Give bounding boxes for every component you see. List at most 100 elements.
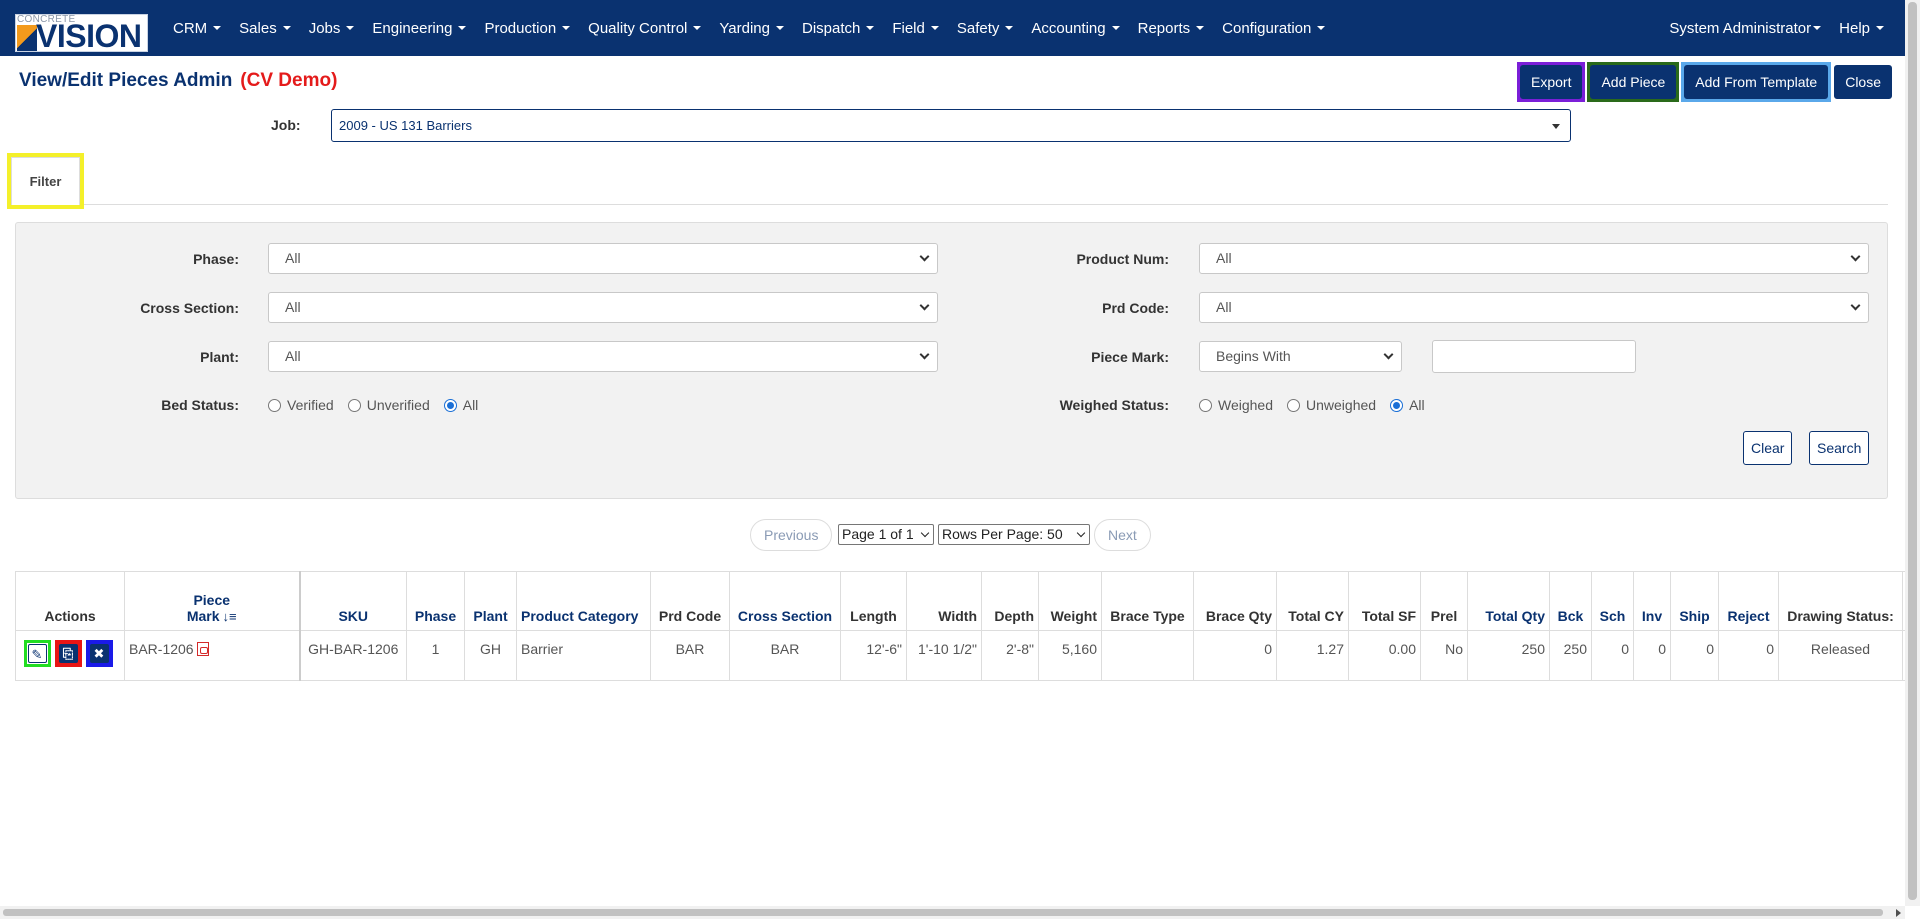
logo-mark-icon — [17, 25, 37, 51]
bed-status-verified-option[interactable]: Verified — [268, 397, 334, 413]
cell-length: 12'-6" — [840, 630, 907, 681]
caret-down-icon — [1813, 26, 1822, 30]
col-sku[interactable]: SKU — [299, 571, 407, 631]
col-phase[interactable]: Phase — [406, 571, 465, 631]
product-num-select[interactable]: All — [1199, 243, 1869, 274]
delete-piece-button[interactable]: ✖ — [85, 640, 113, 667]
help-label: Help — [1839, 19, 1870, 37]
logo-main-text: VISION — [36, 18, 142, 54]
piece-mark-mode-select[interactable]: Begins With — [1199, 341, 1402, 372]
nav-help[interactable]: Help — [1830, 0, 1893, 56]
piece-mark-input[interactable] — [1432, 340, 1636, 373]
nav-accounting[interactable]: Accounting — [1022, 0, 1128, 56]
prd-code-select-value: All — [1216, 299, 1232, 315]
page-title: View/Edit Pieces Admin (CV Demo) — [19, 70, 337, 92]
horizontal-scrollbar-thumb[interactable] — [3, 909, 1883, 916]
nav-engineering[interactable]: Engineering — [363, 0, 475, 56]
pdf-icon[interactable] — [196, 642, 209, 656]
nav-production[interactable]: Production — [475, 0, 579, 56]
export-button[interactable]: Export — [1520, 65, 1583, 99]
weighed-status-weighed-option[interactable]: Weighed — [1199, 397, 1273, 413]
nav-user-menu[interactable]: System Administrator — [1660, 0, 1830, 56]
phase-label: Phase: — [193, 251, 239, 267]
nav-quality-control[interactable]: Quality Control — [579, 0, 710, 56]
vertical-scrollbar-thumb[interactable] — [1908, 2, 1917, 900]
nav-production-label: Production — [484, 19, 557, 37]
edit-piece-button[interactable]: ✎ — [23, 640, 51, 667]
nav-yarding[interactable]: Yarding — [710, 0, 793, 56]
close-button[interactable]: Close — [1834, 65, 1892, 99]
add-piece-button[interactable]: Add Piece — [1590, 65, 1677, 99]
add-from-template-button[interactable]: Add From Template — [1684, 65, 1829, 99]
nav-field-label: Field — [892, 19, 925, 37]
radio-button-checked[interactable] — [1390, 398, 1404, 412]
caret-down-icon — [775, 26, 784, 30]
horizontal-scrollbar[interactable] — [0, 906, 1905, 919]
col-depth: Depth — [981, 571, 1039, 631]
tab-divider — [84, 204, 1888, 205]
prd-code-select[interactable]: All — [1199, 292, 1869, 323]
bed-status-label: Bed Status: — [161, 397, 239, 413]
cross-section-select[interactable]: All — [268, 292, 938, 323]
col-inv[interactable]: Inv — [1633, 571, 1671, 631]
phase-select[interactable]: All — [268, 243, 938, 274]
bed-status-all-option[interactable]: All — [443, 397, 479, 413]
tab-filter[interactable]: Filter — [11, 157, 80, 205]
job-select[interactable]: 2009 - US 131 Barriers — [331, 109, 1571, 142]
col-total-qty[interactable]: Total Qty — [1467, 571, 1550, 631]
col-plant[interactable]: Plant — [464, 571, 517, 631]
cell-brace-qty: 0 — [1193, 630, 1277, 681]
nav-crm[interactable]: CRM — [164, 0, 230, 56]
radio-button-checked[interactable] — [443, 398, 457, 412]
cell-drawing-status: Released — [1778, 630, 1903, 681]
filter-panel: Phase: All Cross Section: All Plant: All… — [15, 222, 1888, 499]
nav-sales[interactable]: Sales — [230, 0, 300, 56]
page-title-text: View/Edit Pieces Admin — [19, 70, 233, 91]
edit-icon: ✎ — [27, 644, 47, 663]
previous-page-button[interactable]: Previous — [750, 519, 833, 551]
col-total-sf: Total SF — [1348, 571, 1421, 631]
col-product-category[interactable]: Product Category — [516, 571, 651, 631]
cell-total-sf: 0.00 — [1348, 630, 1421, 681]
next-page-button[interactable]: Next — [1094, 519, 1151, 551]
radio-button[interactable] — [347, 398, 361, 412]
nav-field[interactable]: Field — [883, 0, 948, 56]
scroll-right-arrow-icon[interactable] — [1896, 909, 1901, 917]
job-select-value: 2009 - US 131 Barriers — [339, 118, 472, 133]
cell-total-qty: 250 — [1467, 630, 1550, 681]
radio-button[interactable] — [1199, 398, 1212, 412]
job-label: Job: — [271, 117, 301, 133]
nav-configuration[interactable]: Configuration — [1213, 0, 1334, 56]
nav-safety[interactable]: Safety — [948, 0, 1023, 56]
bed-status-all-label: All — [462, 397, 479, 413]
rows-per-page-select[interactable]: Rows Per Page: 50 — [938, 524, 1090, 545]
app-logo[interactable]: CONCRETE VISION — [15, 14, 148, 54]
col-sch[interactable]: Sch — [1591, 571, 1634, 631]
bed-status-unverified-option[interactable]: Unverified — [347, 397, 430, 413]
col-reject[interactable]: Reject — [1718, 571, 1779, 631]
sort-ascending-icon[interactable]: ↓≡ — [223, 609, 237, 624]
col-cross-section[interactable]: Cross Section — [729, 571, 841, 631]
page-actions: Export Add Piece Add From Template Close — [1515, 62, 1892, 102]
radio-button[interactable] — [1287, 398, 1301, 412]
col-piece-mark[interactable]: Piece Mark ↓≡ — [124, 571, 301, 631]
product-num-label: Product Num: — [1076, 251, 1169, 267]
nav-dispatch[interactable]: Dispatch — [793, 0, 883, 56]
nav-jobs[interactable]: Jobs — [300, 0, 364, 56]
clear-button[interactable]: Clear — [1743, 431, 1793, 465]
weighed-status-all-option[interactable]: All — [1390, 397, 1425, 413]
weighed-status-unweighed-option[interactable]: Unweighed — [1287, 397, 1376, 413]
table-row: ✎ ⎘ ✖ BAR-1206 GH-BAR-1206 1 GH Barrier BA… — [15, 630, 1917, 681]
caret-down-icon — [866, 26, 875, 30]
plant-select-value: All — [285, 348, 301, 364]
col-ship[interactable]: Ship — [1670, 571, 1719, 631]
chevron-down-icon — [920, 528, 930, 538]
nav-reports[interactable]: Reports — [1129, 0, 1214, 56]
radio-button[interactable] — [268, 398, 281, 412]
col-bck[interactable]: Bck — [1549, 571, 1592, 631]
vertical-scrollbar[interactable] — [1905, 0, 1920, 906]
copy-piece-button[interactable]: ⎘ — [54, 640, 82, 667]
search-button[interactable]: Search — [1809, 431, 1870, 465]
plant-select[interactable]: All — [268, 341, 938, 372]
page-select[interactable]: Page 1 of 1 — [838, 524, 934, 545]
